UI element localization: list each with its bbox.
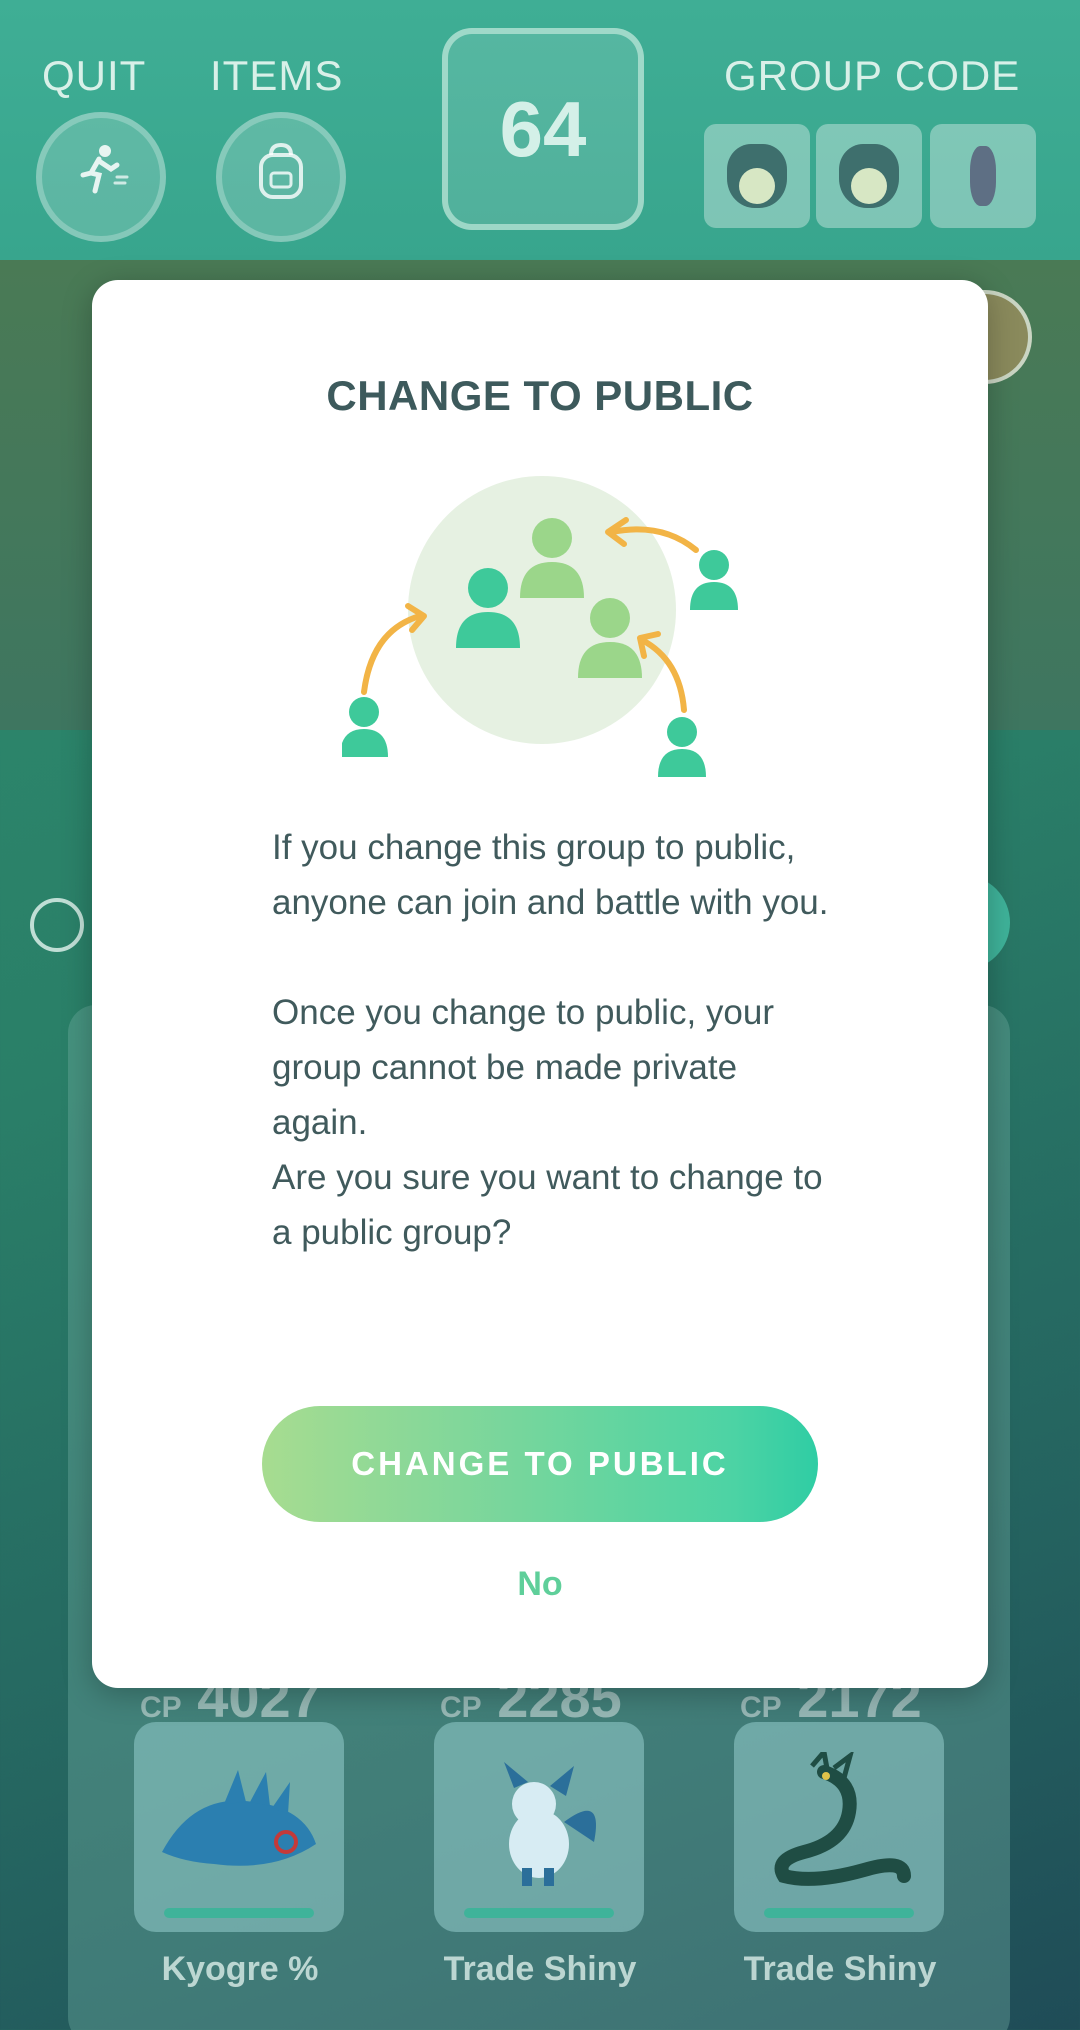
hp-bar <box>764 1908 914 1918</box>
remaining-time-counter: 64 <box>442 28 644 230</box>
party-pokemon-name-3: Trade Shiny <box>743 1950 937 1988</box>
quit-label: QUIT <box>42 52 147 99</box>
player-icon <box>30 898 84 952</box>
quit-button[interactable] <box>36 112 166 242</box>
items-label: ITEMS <box>210 52 344 99</box>
items-button[interactable] <box>216 112 346 242</box>
people-joining-group-icon <box>342 476 738 777</box>
backpack-icon <box>251 139 311 216</box>
pokemon-icon <box>839 144 899 208</box>
group-code-tile-1 <box>704 124 810 228</box>
dialog-message: If you change this group to public, anyo… <box>272 820 832 1260</box>
party-pokemon-card-2[interactable] <box>434 1722 644 1932</box>
kyogre-icon <box>162 1770 316 1866</box>
dialog-title: CHANGE TO PUBLIC <box>326 372 754 419</box>
dialog-message-paragraph-3: Are you sure you want to change to a pub… <box>272 1158 823 1252</box>
dialog-message-paragraph-2: Once you change to public, your group ca… <box>272 993 774 1142</box>
change-to-public-dialog: CHANGE TO PUBLIC If you change this grou… <box>92 280 988 1688</box>
no-button[interactable]: No <box>92 1565 988 1604</box>
party-pokemon-name-1: Kyogre % <box>161 1950 319 1988</box>
party-pokemon-name-2: Trade Shiny <box>443 1950 637 1988</box>
hp-bar <box>164 1908 314 1918</box>
top-bar: QUIT ITEMS GROUP CODE 64 <box>0 0 1080 260</box>
party-pokemon-card-1[interactable] <box>134 1722 344 1932</box>
glaceon-icon <box>504 1762 596 1886</box>
group-code-tile-2 <box>816 124 922 228</box>
party-pokemon-card-3[interactable] <box>734 1722 944 1932</box>
pokemon-icon <box>727 144 787 208</box>
rayquaza-icon <box>774 1752 911 1886</box>
running-person-icon <box>69 139 133 216</box>
change-to-public-button[interactable]: CHANGE TO PUBLIC <box>262 1406 818 1522</box>
group-code-tile-3 <box>930 124 1036 228</box>
hp-bar <box>464 1908 614 1918</box>
group-code-label: GROUP CODE <box>724 52 1021 99</box>
dialog-message-paragraph-1: If you change this group to public, anyo… <box>272 828 829 922</box>
pokemon-icon <box>970 146 996 206</box>
